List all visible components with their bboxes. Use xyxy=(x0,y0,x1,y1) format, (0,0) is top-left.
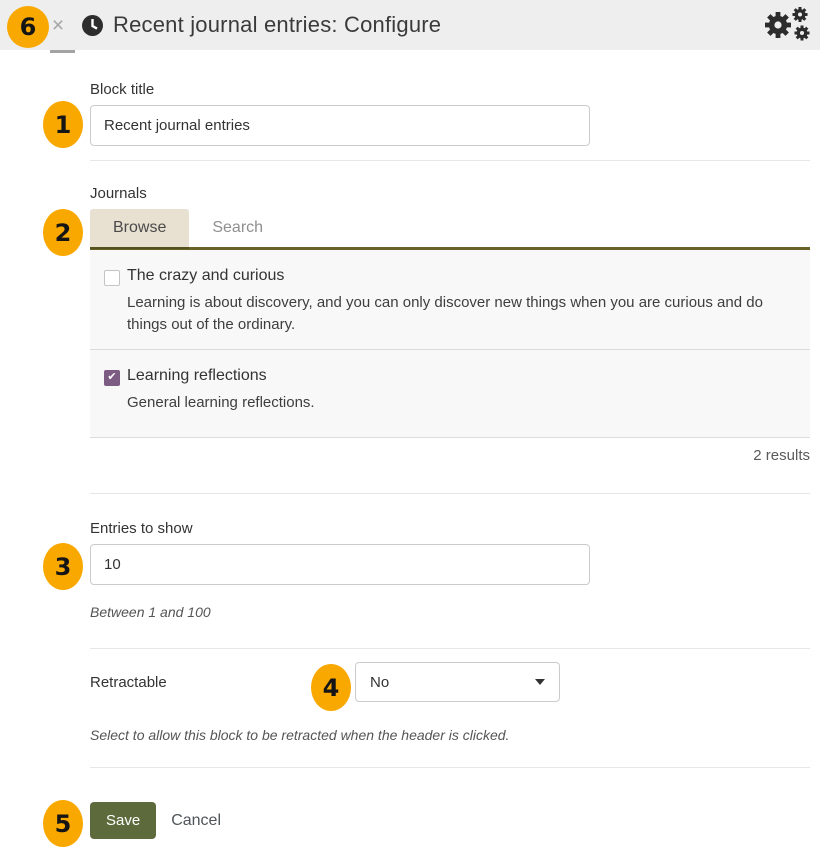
obscured-element-edge xyxy=(50,50,75,53)
dialog-body: Block title Journals Browse Search The c… xyxy=(0,81,820,839)
cancel-link[interactable]: Cancel xyxy=(171,812,221,830)
close-icon[interactable]: × xyxy=(48,15,68,36)
block-title-input[interactable] xyxy=(90,105,590,146)
callout-2: 2 xyxy=(43,209,83,256)
checkmark-icon: ✔ xyxy=(107,372,116,383)
field-entries-to-show: Entries to show Between 1 and 100 xyxy=(90,520,810,620)
callout-3: 3 xyxy=(43,543,83,590)
callout-1: 1 xyxy=(43,101,83,148)
retractable-selected-value: No xyxy=(370,674,389,691)
clock-icon xyxy=(81,14,104,37)
journal-item: ✔ Learning reflections General learning … xyxy=(90,349,810,438)
journal-checkbox-checked[interactable]: ✔ xyxy=(104,370,120,386)
journals-tabbar: Browse Search xyxy=(90,209,810,250)
divider xyxy=(90,648,810,649)
journal-item-text: Learning reflections General learning re… xyxy=(127,367,315,414)
journal-item-title: The crazy and curious xyxy=(127,267,796,285)
journal-item-description: General learning reflections. xyxy=(127,392,315,414)
retractable-select[interactable]: No xyxy=(355,662,560,702)
divider xyxy=(90,767,810,768)
callout-6: 6 xyxy=(7,6,49,48)
results-count: 2 results xyxy=(90,447,810,464)
dialog-title: Recent journal entries: Configure xyxy=(113,12,441,38)
journal-item-title: Learning reflections xyxy=(127,367,315,385)
configure-dialog: × Recent journal entries: Configure xyxy=(0,0,820,851)
save-button[interactable]: Save xyxy=(90,802,156,839)
journal-item-text: The crazy and curious Learning is about … xyxy=(127,267,796,336)
divider xyxy=(90,493,810,494)
entries-label: Entries to show xyxy=(90,520,810,537)
journals-label: Journals xyxy=(90,185,810,202)
journal-item: The crazy and curious Learning is about … xyxy=(90,250,810,349)
entries-input[interactable] xyxy=(90,544,590,585)
callout-4: 4 xyxy=(311,664,351,711)
journal-item-description: Learning is about discovery, and you can… xyxy=(127,292,796,336)
block-title-label: Block title xyxy=(90,81,810,98)
journal-list: The crazy and curious Learning is about … xyxy=(90,250,810,438)
retractable-row: Retractable No xyxy=(90,662,810,702)
journal-checkbox[interactable] xyxy=(104,270,120,286)
field-journals: Journals Browse Search The crazy and cur… xyxy=(90,185,810,464)
divider xyxy=(90,160,810,161)
tab-search[interactable]: Search xyxy=(189,209,286,247)
field-block-title: Block title xyxy=(90,81,810,146)
field-retractable: Retractable No Select to allow this bloc… xyxy=(90,662,810,743)
tab-browse[interactable]: Browse xyxy=(90,209,189,247)
retractable-help-text: Select to allow this block to be retract… xyxy=(90,727,810,743)
dialog-header: × Recent journal entries: Configure xyxy=(0,0,820,50)
action-row: Save Cancel xyxy=(90,802,810,839)
entries-help-text: Between 1 and 100 xyxy=(90,604,810,620)
gears-icon[interactable] xyxy=(762,5,812,45)
caret-down-icon xyxy=(535,679,545,685)
callout-5: 5 xyxy=(43,800,83,847)
